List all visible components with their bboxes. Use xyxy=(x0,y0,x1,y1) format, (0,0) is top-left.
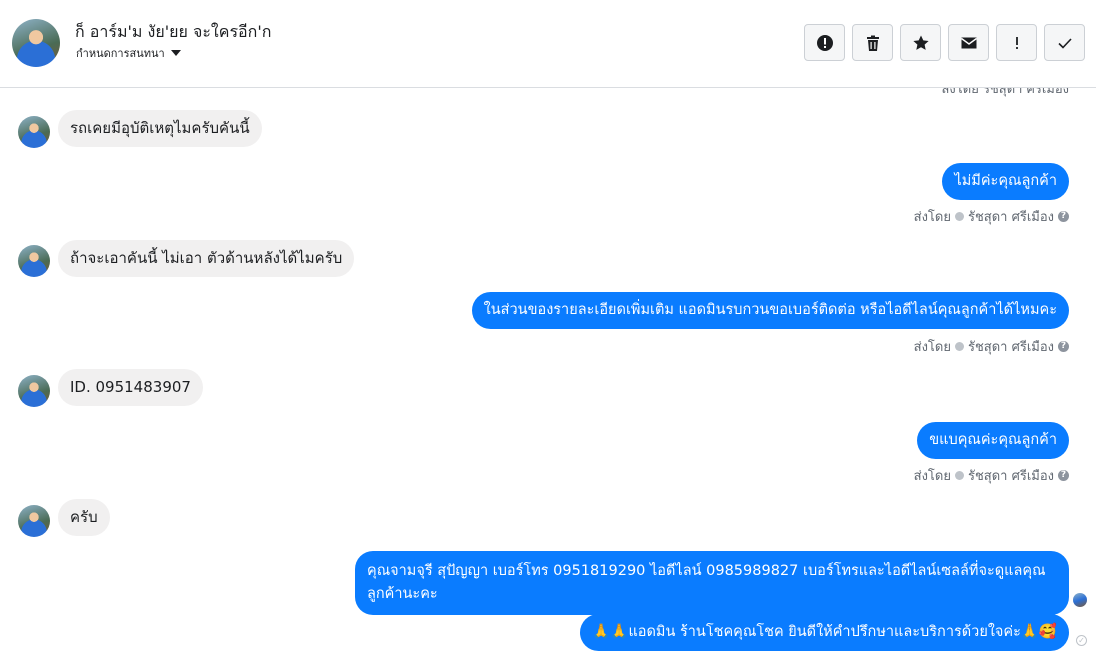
mark-unread-button[interactable] xyxy=(948,24,989,61)
sent-by-agent[interactable]: รัชสุดา ศรีเมือง xyxy=(968,336,1054,357)
incoming-message[interactable]: ถ้าจะเอาคันนี้ ไม่เอา ตัวด้านหลังได้ไมคร… xyxy=(58,240,355,277)
sent-by-partial: ส่งโดย รัชสุดา ศรีเมือง xyxy=(941,88,1070,97)
incoming-message[interactable]: ID. 0951483907 xyxy=(58,369,203,406)
delivered-check-icon: ✓ xyxy=(1076,635,1087,646)
agent-icon xyxy=(954,471,964,480)
contact-avatar-small xyxy=(18,375,50,407)
help-icon[interactable]: ? xyxy=(1058,470,1069,481)
incoming-message[interactable]: รถเคยมีอุบัติเหตุไมครับคันนี้ xyxy=(58,110,262,147)
delete-button[interactable] xyxy=(852,24,893,61)
sent-by-agent[interactable]: รัชสุดา ศรีเมือง xyxy=(968,465,1054,486)
outgoing-message[interactable]: ขแบคุณค่ะคุณลูกค้า xyxy=(917,422,1069,459)
sent-by-info: ส่งโดย รัชสุดา ศรีเมือง ? xyxy=(914,465,1069,486)
contact-avatar-small xyxy=(18,505,50,537)
sent-by-label: ส่งโดย xyxy=(913,210,951,225)
contact-avatar-small xyxy=(18,245,50,277)
sent-by-info: ส่งโดย รัชสุดา ศรีเมือง ? xyxy=(914,336,1069,357)
contact-avatar[interactable] xyxy=(12,19,60,67)
sent-by-label: ส่งโดย xyxy=(913,340,951,355)
help-icon[interactable]: ? xyxy=(1058,211,1069,222)
contact-name[interactable]: ก็ อาร์ม'ม งัย'ยย จะใครอีก'ก xyxy=(75,20,271,45)
incoming-message[interactable]: ครับ xyxy=(58,499,110,536)
help-icon[interactable]: ? xyxy=(1058,341,1069,352)
agent-icon xyxy=(954,212,964,221)
sent-by-label: ส่งโดย xyxy=(913,469,951,484)
assign-label: กำหนดการสนทนา xyxy=(76,47,165,60)
outgoing-message[interactable]: คุณจามจุรี สุปัญญา เบอร์โทร 0951819290 ไ… xyxy=(355,551,1069,615)
star-button[interactable] xyxy=(900,24,941,61)
outgoing-message[interactable]: ในส่วนของรายละเอียดเพิ่มเติม แอดมินรบกวน… xyxy=(471,292,1069,329)
agent-icon xyxy=(954,342,964,351)
header-toolbar xyxy=(804,24,1085,61)
mail-icon xyxy=(960,37,977,48)
seen-avatar xyxy=(1073,593,1087,607)
trash-icon xyxy=(866,35,879,51)
sent-by-info: ส่งโดย รัชสุดา ศรีเมือง ? xyxy=(914,206,1069,227)
follow-up-button[interactable] xyxy=(996,24,1037,61)
message-list[interactable]: ส่งโดย รัชสุดา ศรีเมือง รถเคยมีอุบัติเหต… xyxy=(0,88,1096,655)
mark-spam-button[interactable] xyxy=(804,24,845,61)
caret-down-icon xyxy=(170,50,181,56)
sent-by-agent[interactable]: รัชสุดา ศรีเมือง xyxy=(968,206,1054,227)
contact-avatar-small xyxy=(18,116,50,148)
star-icon xyxy=(912,35,929,50)
exclamation-icon xyxy=(1015,36,1018,49)
check-icon xyxy=(1057,37,1072,49)
outgoing-message[interactable]: ไม่มีค่ะคุณลูกค้า xyxy=(942,163,1069,200)
outgoing-message[interactable]: 🙏🙏แอดมิน ร้านโชคคุณโชค ยินดีให้คำปรึกษาแ… xyxy=(580,614,1069,651)
assign-conversation-dropdown[interactable]: กำหนดการสนทนา xyxy=(76,44,181,62)
alert-icon xyxy=(816,34,833,51)
conversation-header: ก็ อาร์ม'ม งัย'ยย จะใครอีก'ก กำหนดการสนท… xyxy=(0,0,1096,88)
mark-done-button[interactable] xyxy=(1044,24,1085,61)
